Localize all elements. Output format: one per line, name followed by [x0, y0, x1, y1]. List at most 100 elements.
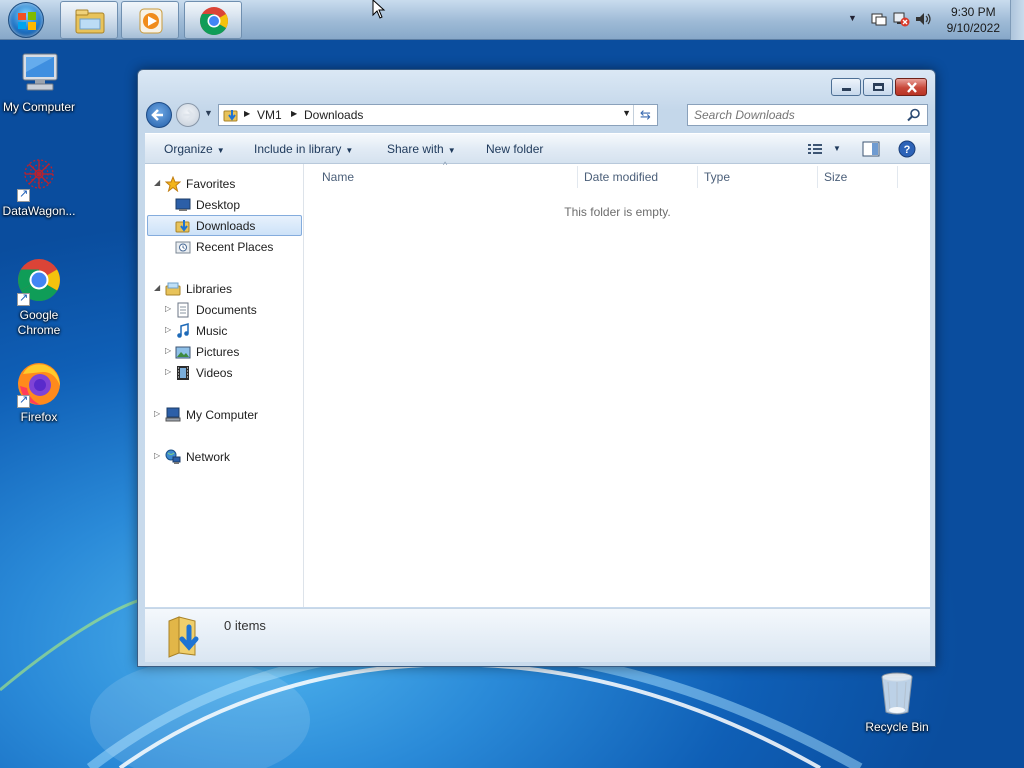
nav-item-label: Favorites [186, 177, 236, 191]
expand-arrow-icon[interactable]: ▷ [154, 409, 160, 418]
column-header-date-modified[interactable]: Date modified [584, 170, 658, 184]
star-icon [165, 176, 181, 192]
nav-item-label: Desktop [196, 198, 241, 212]
search-box[interactable] [687, 104, 928, 126]
new-folder-button[interactable]: New folder [486, 142, 543, 156]
address-bar[interactable]: ▶ VM1 ▶ Downloads ▼ ⇆ [218, 104, 658, 126]
organize-button[interactable]: Organize ▼ [164, 142, 225, 156]
minimize-icon [842, 88, 851, 91]
column-header-size[interactable]: Size [824, 170, 847, 184]
expand-arrow-icon[interactable]: ▷ [165, 304, 171, 313]
desktop-icon-recycle-bin[interactable]: Recycle Bin [858, 670, 936, 734]
desktop-icon-label: Google Chrome [17, 308, 61, 337]
expand-arrow-icon[interactable]: ▷ [165, 367, 171, 376]
command-bar: Organize ▼ Include in library ▼ Share with… [145, 133, 930, 164]
preview-pane-icon[interactable] [862, 141, 880, 157]
search-input[interactable] [694, 107, 894, 123]
computer-icon [22, 53, 58, 91]
taskbar: ▼ 9:30 PM 9/10/2022 [0, 0, 1024, 40]
breadcrumb-separator-icon: ▶ [244, 109, 251, 118]
mouse-cursor-icon [372, 0, 386, 19]
column-divider[interactable] [817, 166, 818, 188]
show-desktop-button[interactable] [1010, 0, 1024, 40]
window-caption-buttons [831, 78, 927, 97]
refresh-icon[interactable]: ⇆ [633, 105, 657, 125]
maximize-button[interactable] [863, 78, 893, 96]
computer-icon [165, 407, 181, 422]
nav-item-label: Music [196, 324, 228, 338]
desktop-icon-label: My Computer [2, 100, 76, 114]
collapse-arrow-icon[interactable]: ◢ [154, 283, 160, 292]
nav-item-label: Videos [196, 366, 233, 380]
expand-arrow-icon[interactable]: ▷ [165, 346, 171, 355]
taskbar-chrome-button[interactable] [184, 1, 242, 39]
collapse-arrow-icon[interactable]: ◢ [154, 178, 160, 187]
breadcrumb-separator-icon[interactable]: ▶ [291, 109, 297, 118]
file-list-pane: ^ Name Date modified Type Size This fold… [305, 160, 930, 607]
desktop-icon-google-chrome[interactable]: Google Chrome [0, 258, 78, 338]
desktop-icon-label: Recycle Bin [865, 720, 929, 734]
shortcut-arrow-icon [17, 187, 30, 202]
desktop-icon-datawagon[interactable]: DataWagon... [0, 154, 78, 218]
desktop-icon-my-computer[interactable]: My Computer [0, 50, 78, 114]
column-header-type[interactable]: Type [704, 170, 730, 184]
chevron-down-icon: ▼ [447, 146, 456, 155]
nav-item-label: My Computer [186, 408, 259, 422]
item-count: 0 items [224, 618, 266, 633]
network-icon [165, 449, 181, 464]
desktop-icon-firefox[interactable]: Firefox [0, 360, 78, 424]
share-with-button[interactable]: Share with ▼ [387, 142, 456, 156]
include-in-library-button[interactable]: Include in library ▼ [254, 142, 353, 156]
recycle-bin-icon [881, 672, 913, 715]
view-options-dropdown-icon[interactable]: ▼ [833, 144, 841, 153]
taskbar-explorer-button[interactable] [60, 1, 118, 39]
minimize-button[interactable] [831, 78, 861, 96]
column-divider[interactable] [577, 166, 578, 188]
expand-arrow-icon[interactable]: ▷ [154, 451, 160, 460]
search-icon[interactable] [907, 108, 921, 122]
back-arrow-icon [151, 109, 163, 121]
close-button[interactable] [895, 78, 927, 96]
breadcrumb-vm1[interactable]: VM1 [257, 108, 282, 122]
start-button[interactable] [8, 2, 44, 38]
nav-item-label: Pictures [196, 345, 240, 359]
column-divider[interactable] [697, 166, 698, 188]
sort-indicator-icon: ^ [443, 160, 448, 170]
svg-text:?: ? [904, 144, 911, 156]
navigation-bar: ▼ ▶ VM1 ▶ Downloads ▼ ⇆ [146, 102, 929, 128]
taskbar-clock[interactable]: 9:30 PM 9/10/2022 [947, 4, 1000, 36]
videos-icon [177, 366, 189, 380]
taskbar-media-player-button[interactable] [121, 1, 179, 39]
close-icon [907, 82, 917, 93]
maximize-icon [873, 83, 884, 91]
help-icon[interactable]: ? [898, 140, 916, 158]
nav-item-label: Network [186, 450, 231, 464]
desktop-icon-label: DataWagon... [2, 204, 76, 218]
breadcrumb-downloads[interactable]: Downloads [304, 108, 363, 122]
change-view-icon[interactable] [808, 143, 824, 156]
folder-icon [75, 9, 105, 34]
volume-icon[interactable] [914, 11, 932, 27]
include-in-library-label: Include in library [254, 142, 342, 156]
libraries-icon [165, 282, 181, 296]
details-pane: 0 items [145, 608, 930, 662]
address-dropdown-icon[interactable]: ▼ [622, 108, 631, 118]
forward-button[interactable] [176, 103, 200, 127]
expand-arrow-icon[interactable]: ▷ [165, 325, 171, 334]
network-disconnected-icon[interactable] [892, 11, 910, 27]
desktop-icon-label: Firefox [20, 410, 58, 424]
organize-label: Organize [164, 142, 213, 156]
system-tray: ▼ 9:30 PM 9/10/2022 [834, 0, 1024, 40]
back-button[interactable] [146, 102, 172, 128]
show-hidden-icons-icon[interactable]: ▼ [848, 13, 858, 23]
nav-item-label: Recent Places [196, 240, 274, 254]
chevron-down-icon: ▼ [216, 146, 225, 155]
downloads-folder-icon [175, 220, 190, 233]
clock-date: 9/10/2022 [946, 21, 1000, 35]
action-center-icon[interactable] [870, 11, 888, 27]
column-header-name[interactable]: Name [322, 170, 354, 184]
recent-pages-dropdown-icon[interactable]: ▼ [204, 108, 213, 118]
column-divider[interactable] [897, 166, 898, 188]
media-player-icon [139, 8, 163, 34]
forward-arrow-icon [183, 109, 195, 121]
